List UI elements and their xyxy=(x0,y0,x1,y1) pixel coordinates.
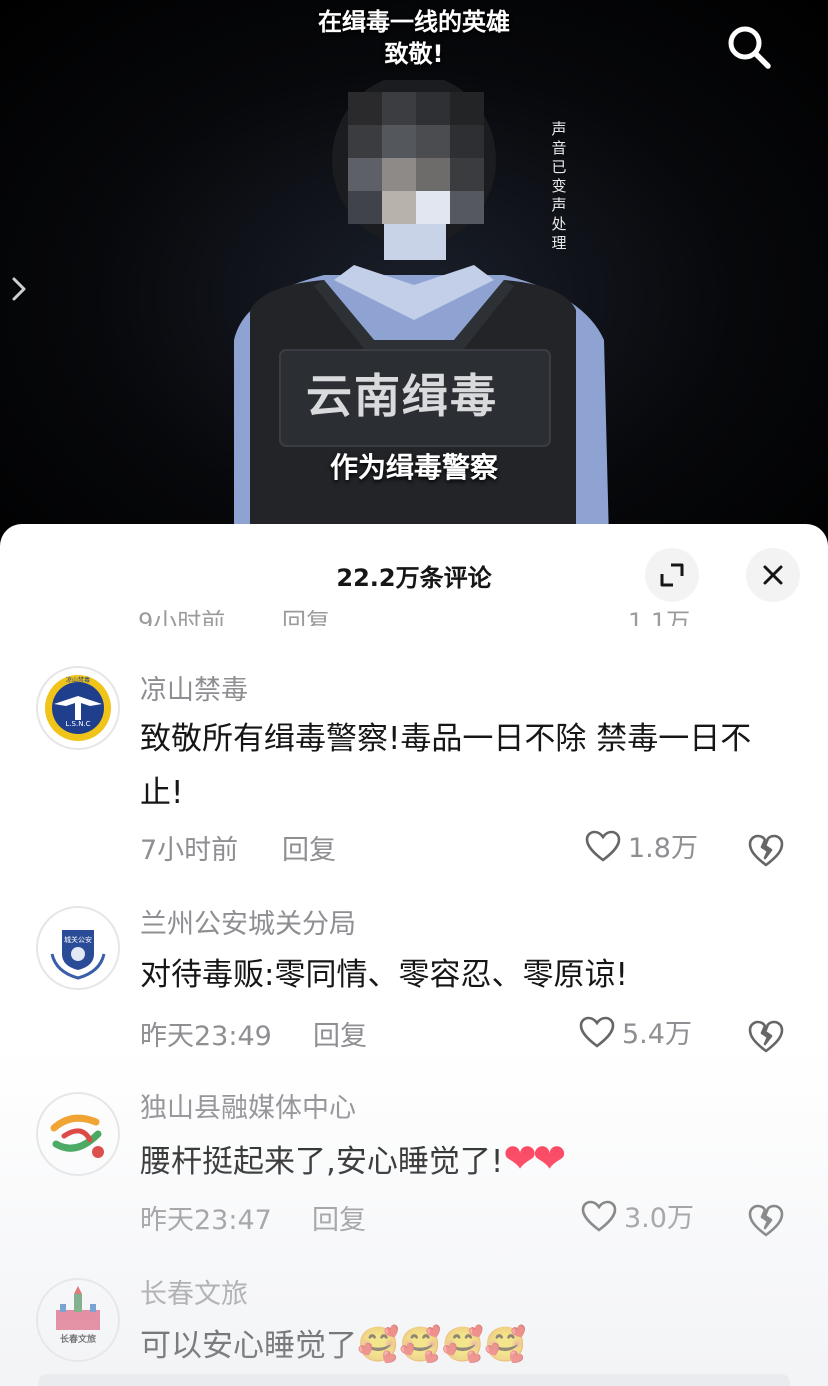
tourism-logo-icon: 长春文旅 xyxy=(40,1282,116,1358)
comment-text-row: 可以安心睡觉了🥰🥰🥰🥰 xyxy=(140,1318,526,1373)
close-button[interactable] xyxy=(746,548,800,602)
comments-count-title: 22.2万条评论 xyxy=(336,564,492,592)
svg-text:城关公安: 城关公安 xyxy=(64,935,92,944)
comment-username[interactable]: 兰州公安城关分局 xyxy=(140,902,356,941)
comment-text: 致敬所有缉毒警察!毒品一日不除 禁毒一日不止! xyxy=(140,721,752,811)
broken-heart-icon[interactable] xyxy=(746,830,786,870)
broken-heart-icon[interactable] xyxy=(746,1016,786,1056)
video-title-line2: 致敬! xyxy=(384,40,444,68)
video-title-line1: 在缉毒一线的英雄 xyxy=(318,8,510,36)
comment-time: 昨天23:47 xyxy=(140,1205,272,1236)
avatar[interactable] xyxy=(36,1092,120,1176)
police-badge-logo-icon: 城关公安 xyxy=(40,910,116,986)
like-button[interactable]: 5.4万 xyxy=(578,1012,692,1051)
next-video-arrow[interactable] xyxy=(8,272,30,306)
previous-comment-likes[interactable]: 1.1万 xyxy=(628,602,690,626)
svg-text:L.S.N.C: L.S.N.C xyxy=(65,720,90,728)
reply-button[interactable]: 回复 xyxy=(282,828,336,867)
broken-heart-icon[interactable] xyxy=(746,1200,786,1240)
comment-text: 可以安心睡觉了 xyxy=(140,1328,357,1364)
expand-button[interactable] xyxy=(645,548,699,602)
previous-comment-time: 9小时前 xyxy=(138,608,226,626)
media-center-logo-icon xyxy=(40,1096,116,1172)
heart-emoji: ❤❤ xyxy=(503,1136,566,1182)
svg-text:长春文旅: 长春文旅 xyxy=(60,1333,96,1345)
comment-item: 长春文旅 长春文旅 可以安心睡觉了🥰🥰🥰🥰 xyxy=(0,1276,828,1386)
like-count: 1.8万 xyxy=(628,833,698,864)
comment-time: 7小时前 xyxy=(140,835,239,866)
reply-button[interactable]: 回复 xyxy=(313,1014,367,1053)
heart-icon xyxy=(581,1200,617,1232)
like-count: 3.0万 xyxy=(624,1203,694,1234)
pixelated-face xyxy=(348,92,484,224)
comment-username[interactable]: 凉山禁毒 xyxy=(140,668,248,707)
comment-text-row: 腰杆挺起来了,安心睡觉了!❤❤ xyxy=(140,1132,566,1189)
vest-patch-text: 云南缉毒 xyxy=(306,369,498,423)
close-icon xyxy=(763,565,783,585)
comment-username[interactable]: 独山县融媒体中心 xyxy=(140,1086,356,1125)
comment-input-bar[interactable] xyxy=(38,1374,790,1386)
avatar[interactable]: L.S.N.C 凉山禁毒 xyxy=(36,666,120,750)
avatar[interactable]: 长春文旅 xyxy=(36,1278,120,1362)
like-button[interactable]: 1.8万 xyxy=(584,826,698,865)
heart-icon xyxy=(585,830,621,862)
narcotics-control-logo-icon: L.S.N.C 凉山禁毒 xyxy=(40,670,116,746)
video-player[interactable]: 在缉毒一线的英雄 致敬! 声音已变声处理 云南缉毒 作为缉毒警察 xyxy=(0,0,828,540)
video-subtitle: 作为缉毒警察 xyxy=(329,451,498,484)
avatar[interactable]: 城关公安 xyxy=(36,906,120,990)
heart-icon xyxy=(579,1016,615,1048)
comment-time: 昨天23:49 xyxy=(140,1021,272,1052)
search-button[interactable] xyxy=(722,20,776,74)
like-button[interactable]: 3.0万 xyxy=(580,1196,694,1235)
comment-text: 对待毒贩:零同情、零容忍、零原谅! xyxy=(140,957,628,993)
comments-panel: 22.2万条评论 9小时前 回复 1.1万 L.S.N.C 凉山禁毒 凉山禁毒 … xyxy=(0,524,828,1386)
chevron-right-icon xyxy=(12,277,26,301)
comment-text: 腰杆挺起来了,安心睡觉了! xyxy=(140,1144,504,1180)
comment-item: L.S.N.C 凉山禁毒 凉山禁毒 致敬所有缉毒警察!毒品一日不除 禁毒一日不止… xyxy=(0,666,828,876)
comment-item: 城关公安 兰州公安城关分局 对待毒贩:零同情、零容忍、零原谅! 昨天23:49 … xyxy=(0,906,828,1066)
comment-item: 独山县融媒体中心 腰杆挺起来了,安心睡觉了!❤❤ 昨天23:47 回复 3.0万 xyxy=(0,1090,828,1250)
previous-comment-footer: 9小时前 回复 1.1万 xyxy=(0,596,828,626)
reply-button[interactable]: 回复 xyxy=(312,1198,366,1237)
search-icon xyxy=(728,26,771,69)
expand-icon xyxy=(660,563,684,587)
svg-text:凉山禁毒: 凉山禁毒 xyxy=(66,676,90,684)
like-count: 5.4万 xyxy=(622,1019,692,1050)
previous-comment-reply[interactable]: 回复 xyxy=(282,602,330,626)
hug-emoji: 🥰🥰🥰🥰 xyxy=(357,1325,527,1365)
comment-username[interactable]: 长春文旅 xyxy=(140,1272,248,1311)
